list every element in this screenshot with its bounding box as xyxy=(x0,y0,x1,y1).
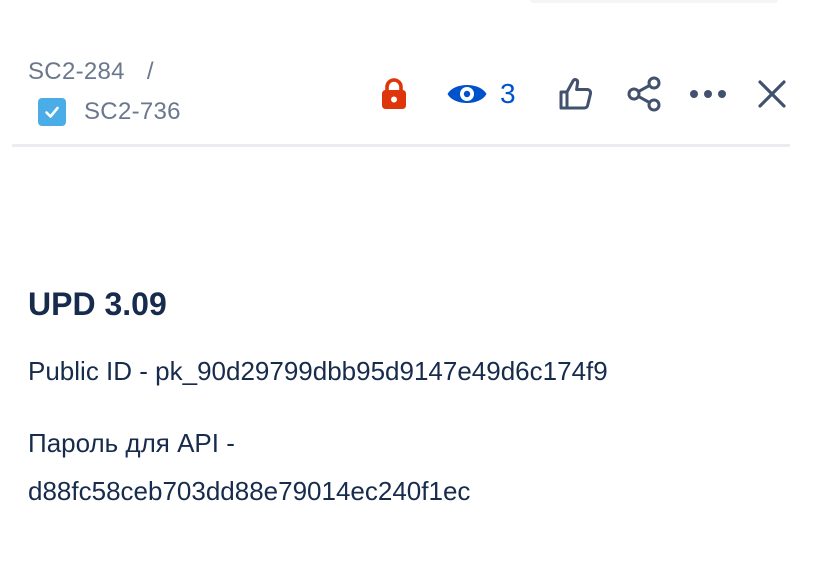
share-icon xyxy=(627,76,661,112)
top-strip xyxy=(530,0,778,3)
eye-icon xyxy=(447,85,487,103)
watch-button[interactable]: 3 xyxy=(446,72,530,116)
share-button[interactable] xyxy=(622,72,666,116)
issue-view: SC2-284 / SC2-736 3 UPD 3.09 Public ID -… xyxy=(0,0,822,582)
more-actions-button[interactable] xyxy=(686,72,730,116)
description-line: Пароль для API - xyxy=(28,428,235,458)
close-button[interactable] xyxy=(750,72,794,116)
lock-icon xyxy=(382,78,406,109)
description-line: Public ID - pk_90d29799dbb95d9147e49d6c1… xyxy=(28,356,608,386)
header-divider xyxy=(12,144,790,147)
description-line: d88fc58ceb703dd88e79014ec240f1ec xyxy=(28,476,471,506)
watch-count: 3 xyxy=(500,78,516,109)
thumbs-up-icon xyxy=(559,78,593,110)
issue-summary[interactable]: UPD 3.09 xyxy=(28,286,167,323)
issue-toolbar: 3 xyxy=(0,72,822,116)
vote-button[interactable] xyxy=(554,72,598,116)
restrictions-button[interactable] xyxy=(376,72,412,116)
more-icon xyxy=(690,90,726,98)
close-icon xyxy=(758,80,786,108)
